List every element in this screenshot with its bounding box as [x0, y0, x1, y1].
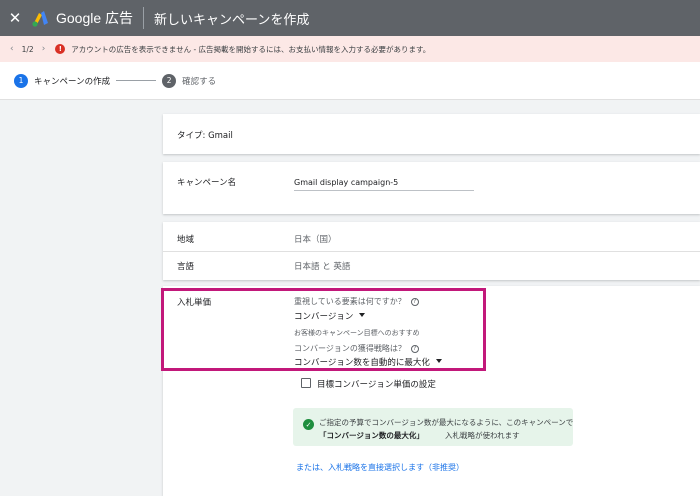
campaign-type: タイプ: Gmail: [177, 131, 233, 141]
info-line-2: 入札戦略が使われます: [445, 431, 520, 440]
step-1-number: 1: [14, 73, 28, 88]
strategy-info-box: ✓ ご指定の予算でコンバージョン数が最大になるように、このキャンペーンで 「コン…: [293, 408, 573, 446]
check-circle-icon: ✓: [303, 419, 314, 430]
info-line-1: ご指定の予算でコンバージョン数が最大になるように、このキャンペーンで: [319, 418, 574, 427]
row-divider: [163, 251, 700, 252]
highlight-frame: [161, 288, 486, 371]
step-2-label[interactable]: 確認する: [182, 75, 216, 87]
alert-bar: ‹ 1/2 › ! アカウントの広告を表示できません - 広告掲載を開始するには…: [0, 36, 700, 62]
step-connector: [116, 80, 157, 81]
page-title: 新しいキャンペーンを作成: [154, 12, 310, 28]
manual-strategy-link[interactable]: または、入札戦略を直接選択します（非推奨）: [296, 462, 464, 473]
next-alert-icon[interactable]: ›: [42, 44, 46, 54]
title-separator: [143, 7, 145, 29]
campaign-name-card: キャンペーン名 Gmail display campaign-5: [163, 162, 700, 214]
language-label: 言語: [177, 262, 195, 272]
error-icon: !: [55, 44, 66, 54]
step-2-number: 2: [162, 73, 177, 88]
location-label: 地域: [177, 235, 195, 245]
prev-alert-icon[interactable]: ‹: [10, 44, 14, 54]
alert-pager: 1/2: [21, 44, 34, 54]
campaign-name-input[interactable]: Gmail display campaign-5: [294, 178, 398, 187]
campaign-name-underline: [294, 190, 474, 191]
campaign-name-label: キャンペーン名: [177, 178, 237, 188]
alert-message: アカウントの広告を表示できません - 広告掲載を開始するには、お支払い情報を入力…: [71, 44, 431, 54]
google-ads-logo-icon: [32, 11, 48, 27]
language-value[interactable]: 日本語 と 英語: [294, 260, 350, 272]
close-icon[interactable]: ✕: [0, 0, 30, 36]
step-1-label[interactable]: キャンペーンの作成: [34, 75, 110, 87]
stepper: 1 キャンペーンの作成 2 確認する: [0, 62, 700, 100]
location-language-card: 地域 日本（国） 言語 日本語 と 英語: [163, 222, 700, 280]
target-cpa-checkbox[interactable]: [301, 378, 311, 388]
brand-name: Google 広告: [56, 10, 134, 26]
target-cpa-label: 目標コンバージョン単価の設定: [317, 380, 436, 390]
campaign-type-card: タイプ: Gmail: [163, 114, 700, 154]
top-bar: ✕ Google 広告 新しいキャンペーンを作成: [0, 0, 700, 36]
location-value[interactable]: 日本（国）: [294, 233, 337, 245]
info-bold: 「コンバージョン数の最大化」: [319, 431, 424, 440]
